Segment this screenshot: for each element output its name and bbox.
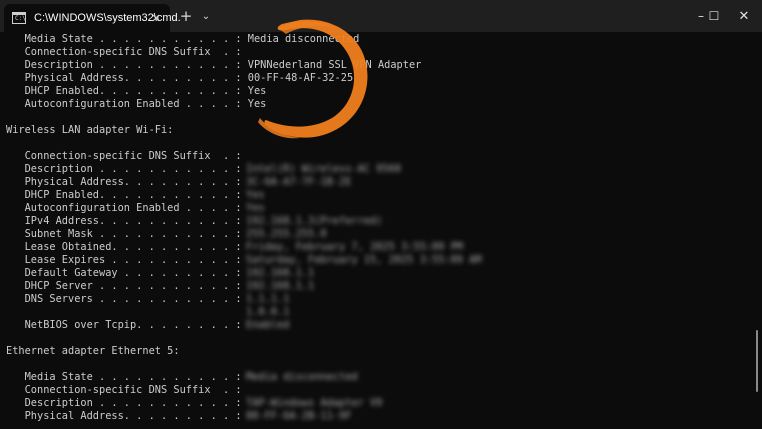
scrollbar-thumb[interactable] [756,330,758,392]
redacted-value: 1.1.1.1 [246,293,290,305]
cmd-icon-text: C:\ [15,15,26,22]
output-line: Lease Expires . . . . . . . . . . : [6,254,242,266]
chevron-down-icon[interactable]: ⌄ [196,6,216,26]
redacted-value: Yes [246,189,265,201]
redacted-value: Media disconnected [246,371,358,383]
redacted-value: 00-FF-6A-2B-11-9F [246,410,352,422]
highlight-circle-annotation [258,19,368,139]
output-line: Physical Address. . . . . . . . . : [6,176,242,188]
redacted-value: 192.168.1.1 [246,280,315,292]
redacted-value: 192.168.1.1 [246,267,315,279]
redacted-value: Saturday, February 15, 2025 3:55:09 AM [246,254,482,266]
redacted-value: TAP-Windows Adapter V9 [246,397,383,409]
tab-close-icon[interactable]: ✕ [148,10,164,26]
output-line: Autoconfiguration Enabled . . . . : [6,202,242,214]
output-line: NetBIOS over Tcpip. . . . . . . . : [6,319,242,331]
output-line: DHCP Server . . . . . . . . . . . : [6,280,242,292]
redacted-value: Friday, February 7, 2025 3:55:09 PM [246,241,463,253]
output-line: DHCP Enabled. . . . . . . . . . . : Yes [6,85,267,97]
terminal-window: C:\ C:\WINDOWS\system32\cmd. ✕ + ⌄ – ☐ ✕… [0,0,762,429]
output-line: Subnet Mask . . . . . . . . . . . : [6,228,242,240]
redacted-value: Enabled [246,319,290,331]
tab-cmd[interactable]: C:\ C:\WINDOWS\system32\cmd. ✕ [4,4,181,32]
title-bar: C:\ C:\WINDOWS\system32\cmd. ✕ + ⌄ – ☐ ✕ [0,0,762,32]
redacted-value: 1.0.0.1 [246,306,290,318]
output-line: Default Gateway . . . . . . . . . : [6,267,242,279]
output-line: DNS Servers . . . . . . . . . . . : [6,293,242,305]
redacted-value: 255.255.255.0 [246,228,327,240]
output-line: Description . . . . . . . . . . . : [6,397,242,409]
output-line: Connection-specific DNS Suffix . : [6,384,242,396]
output-line: Physical Address. . . . . . . . . : [6,410,242,422]
redacted-value: 192.168.1.3(Preferred) [246,215,383,227]
output-line: IPv4 Address. . . . . . . . . . . : [6,215,242,227]
output-line: Lease Obtained. . . . . . . . . . : [6,241,242,253]
output-line: Connection-specific DNS Suffix . : [6,150,242,162]
cmd-icon: C:\ [12,12,26,24]
redacted-value: Intel(R) Wireless-AC 9560 [246,163,401,175]
output-line: Media State . . . . . . . . . . . : [6,371,242,383]
redacted-value: 3C-6A-A7-7F-1B-2E [246,176,352,188]
output-line: Wireless LAN adapter Wi-Fi: [6,124,174,136]
brush-stroke [264,19,368,138]
output-line: DHCP Enabled. . . . . . . . . . . : [6,189,242,201]
output-line: Description . . . . . . . . . . . : [6,163,242,175]
redacted-value: Yes [246,202,265,214]
maximize-icon[interactable]: ☐ [697,0,731,32]
output-line: Connection-specific DNS Suffix . : [6,46,242,58]
close-icon[interactable]: ✕ [727,0,761,32]
new-tab-plus-icon[interactable]: + [176,6,196,26]
output-line: Autoconfiguration Enabled . . . . : Yes [6,98,267,110]
output-line: Ethernet adapter Ethernet 5: [6,345,180,357]
